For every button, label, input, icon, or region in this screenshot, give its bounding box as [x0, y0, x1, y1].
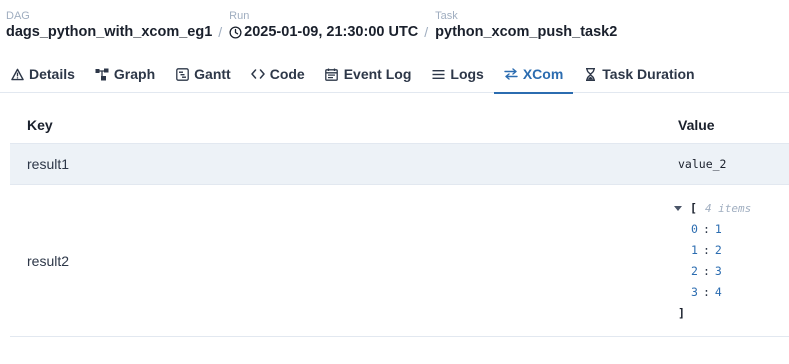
tab-xcom-label: XCom	[522, 66, 564, 82]
breadcrumb-separator: /	[424, 24, 429, 40]
json-item: 3 : 4	[674, 282, 751, 303]
json-open-bracket: [	[690, 200, 697, 215]
json-viewer: [ 4 items 0 : 1 1 : 2 2 : 3 3 : 4]	[674, 198, 751, 324]
tab-gantt[interactable]: Gantt	[165, 55, 241, 93]
json-close-bracket: ]	[678, 305, 685, 320]
tab-event-log[interactable]: Event Log	[315, 55, 422, 93]
json-item-value: 4	[714, 284, 722, 299]
breadcrumb-run-value-wrap[interactable]: 2025-01-09, 21:30:00 UTC	[229, 23, 418, 41]
event-log-icon	[325, 67, 339, 81]
breadcrumb-dag[interactable]: DAG dags_python_with_xcom_eg1	[6, 10, 212, 41]
table-row: result2 [ 4 items 0 : 1 1 : 2 2 : 3 3: …	[10, 185, 789, 337]
breadcrumb-task-label: Task	[435, 10, 458, 22]
json-item-value: 1	[714, 221, 722, 236]
warning-triangle-icon	[10, 67, 24, 81]
breadcrumb-dag-value[interactable]: dags_python_with_xcom_eg1	[6, 23, 212, 41]
breadcrumb-task-value[interactable]: python_xcom_push_task2	[435, 23, 617, 41]
json-item-count: 4 items	[704, 201, 752, 215]
row-key: result1	[27, 156, 70, 172]
xcom-table: Key Value result1 value_2 result2 [ 4 it…	[10, 106, 789, 337]
tab-logs[interactable]: Logs	[421, 55, 493, 93]
breadcrumb-task[interactable]: Task python_xcom_push_task2	[435, 10, 617, 41]
json-colon: :	[702, 242, 710, 257]
json-item: 2 : 3	[674, 261, 751, 282]
table-header: Key Value	[10, 106, 789, 144]
tab-gantt-label: Gantt	[194, 66, 231, 82]
tab-code-label: Code	[269, 66, 305, 82]
json-colon: :	[702, 284, 710, 299]
json-item-index: 3	[691, 284, 698, 299]
json-colon: :	[702, 263, 710, 278]
tab-event-log-label: Event Log	[343, 66, 412, 82]
tab-details-label: Details	[29, 66, 75, 82]
tab-xcom[interactable]: XCom	[493, 55, 574, 94]
row-key: result2	[27, 252, 70, 269]
json-array-footer: ]	[674, 303, 751, 324]
swap-arrows-icon	[504, 67, 518, 81]
row-value: value_2	[678, 157, 727, 171]
json-item: 1 : 2	[674, 240, 751, 261]
json-item-index: 2	[691, 263, 698, 278]
breadcrumb-run-value: 2025-01-09, 21:30:00 UTC	[244, 24, 419, 40]
tab-graph[interactable]: Graph	[85, 55, 165, 93]
tab-code[interactable]: Code	[241, 55, 315, 93]
graph-icon	[95, 67, 109, 81]
json-array-header[interactable]: [ 4 items	[674, 198, 751, 219]
breadcrumb-run[interactable]: Run 2025-01-09, 21:30:00 UTC	[229, 10, 418, 41]
code-icon	[250, 67, 265, 81]
column-header-key: Key	[27, 116, 53, 133]
tab-task-duration-label: Task Duration	[602, 66, 695, 82]
gantt-icon	[175, 67, 189, 81]
tab-bar: Details Graph Gantt Code Event Log Logs	[0, 55, 789, 94]
breadcrumb: DAG dags_python_with_xcom_eg1 / Run 2025…	[6, 10, 617, 41]
tab-details[interactable]: Details	[0, 55, 85, 93]
breadcrumb-dag-label: DAG	[6, 10, 30, 22]
json-colon: :	[702, 221, 710, 236]
table-row: result1 value_2	[10, 144, 789, 185]
logs-icon	[431, 67, 445, 81]
json-item-index: 0	[691, 221, 698, 236]
breadcrumb-separator: /	[218, 24, 223, 40]
tab-task-duration[interactable]: Task Duration	[573, 55, 704, 93]
tab-logs-label: Logs	[450, 66, 484, 82]
clock-icon	[229, 25, 242, 39]
tab-graph-label: Graph	[113, 66, 156, 82]
json-item-value: 3	[714, 263, 722, 278]
hourglass-icon	[583, 67, 597, 81]
column-header-value: Value	[678, 116, 715, 133]
json-item-value: 2	[714, 242, 722, 257]
json-item-index: 1	[691, 242, 698, 257]
breadcrumb-run-label: Run	[229, 10, 250, 22]
json-item: 0 : 1	[674, 219, 751, 240]
collapse-caret-icon[interactable]	[674, 205, 682, 211]
